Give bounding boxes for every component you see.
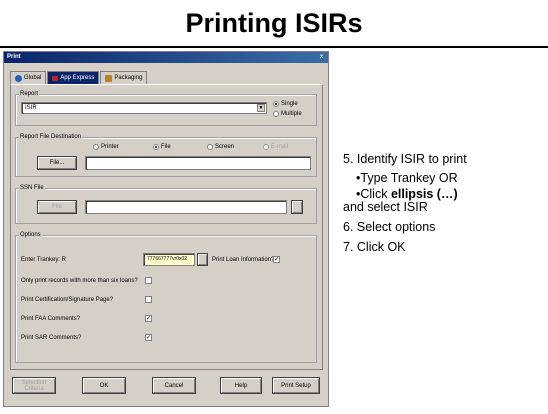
radio-file-dot[interactable] (153, 144, 159, 150)
radio-file[interactable]: File (153, 144, 171, 150)
ok-button[interactable]: OK (82, 377, 126, 394)
report-select-value: ISIR (25, 105, 37, 111)
tab-app-express-label: App Express (60, 75, 95, 81)
only-records-checkbox[interactable] (145, 277, 152, 284)
destination-file-button[interactable]: File... (37, 156, 77, 170)
tab-packaging[interactable]: Packaging (100, 71, 148, 84)
radio-printer-dot[interactable] (93, 144, 99, 150)
radio-multiple[interactable]: Multiple (273, 111, 302, 117)
tab-bar: Global App Express Packaging (10, 71, 148, 85)
certification-checkbox[interactable] (145, 296, 152, 303)
tab-app-express[interactable]: App Express (47, 71, 100, 84)
radio-screen[interactable]: Screen (207, 144, 234, 150)
radio-email-dot[interactable] (263, 144, 269, 150)
radio-screen-label: Screen (215, 144, 235, 150)
selection-criteria-button[interactable]: Selection Criteria (12, 377, 56, 394)
report-select[interactable]: ISIR ▼ (21, 102, 267, 114)
radio-file-label: File (161, 144, 171, 150)
package-icon (105, 74, 113, 82)
dialog-titlebar[interactable]: Print x (4, 52, 328, 63)
radio-single[interactable]: Single (273, 101, 298, 107)
print-setup-button[interactable]: Print Setup (272, 377, 320, 394)
instructions: 5. Identify ISIR to print •Type Trankey … (343, 152, 543, 260)
radio-single-label: Single (281, 101, 298, 107)
radio-email[interactable]: E-mail (263, 144, 288, 150)
chevron-down-icon[interactable]: ▼ (257, 104, 265, 112)
destination-group-label: Report File Destination (19, 134, 83, 140)
radio-printer[interactable]: Printer (93, 144, 119, 150)
radio-single-dot[interactable] (273, 101, 279, 107)
step-5b-prefix: •Click (356, 187, 391, 201)
title-divider (0, 46, 548, 48)
close-icon[interactable]: x (317, 53, 326, 61)
ssn-file-group-label: SSN File (19, 185, 45, 191)
options-group-label: Options (19, 232, 42, 238)
print-loan-checkbox[interactable]: ✓ (273, 256, 280, 263)
step-7: 7. Click OK (343, 240, 406, 254)
sar-comments-checkbox[interactable]: ✓ (145, 334, 152, 341)
only-records-label: Only print records with more than six lo… (21, 278, 138, 284)
dialog-title: Print (7, 54, 21, 60)
step-5: 5. Identify ISIR to print (343, 152, 467, 166)
trankey-ellipsis-button[interactable] (197, 253, 208, 266)
certification-label: Print Certification/Signature Page? (21, 297, 114, 303)
print-dialog: Print x Global App Express Packaging Rep… (3, 51, 329, 407)
trankey-label: Enter Trankey: R (21, 257, 67, 263)
tab-global-label: Global (24, 75, 42, 81)
radio-multiple-label: Multiple (281, 111, 302, 117)
faa-comments-label: Print FAA Comments? (21, 316, 81, 322)
sar-comments-label: Print SAR Comments? (21, 335, 82, 341)
tab-global[interactable]: Global (10, 71, 47, 84)
help-button[interactable]: Help (220, 377, 262, 394)
step-6: 6. Select options (343, 220, 436, 234)
step-5a: •Type Trankey OR (356, 171, 458, 185)
step-5b-suffix: and select ISIR (343, 200, 428, 214)
tab-panel: Report ISIR ▼ Single Multiple Report Fil… (10, 84, 323, 370)
radio-email-label: E-mail (271, 144, 289, 150)
ssn-ellipsis-button[interactable] (291, 200, 303, 214)
trankey-input[interactable]: 777667777vr0x02 (143, 253, 195, 266)
cancel-button[interactable]: Cancel (152, 377, 196, 394)
report-group-label: Report (19, 91, 40, 97)
step-5b-bold: ellipsis (…) (390, 187, 458, 201)
ssn-file-field[interactable] (85, 200, 287, 214)
globe-icon (15, 74, 22, 82)
ssn-file-button[interactable]: File (37, 200, 77, 214)
app-express-icon (52, 75, 59, 81)
radio-printer-label: Printer (101, 144, 119, 150)
print-loan-label: Print Loan Information? (212, 257, 275, 263)
radio-screen-dot[interactable] (207, 144, 213, 150)
tab-packaging-label: Packaging (114, 75, 143, 81)
destination-file-field[interactable] (85, 156, 311, 170)
faa-comments-checkbox[interactable]: ✓ (145, 315, 152, 322)
radio-multiple-dot[interactable] (273, 111, 279, 117)
slide-title: Printing ISIRs (185, 8, 363, 38)
